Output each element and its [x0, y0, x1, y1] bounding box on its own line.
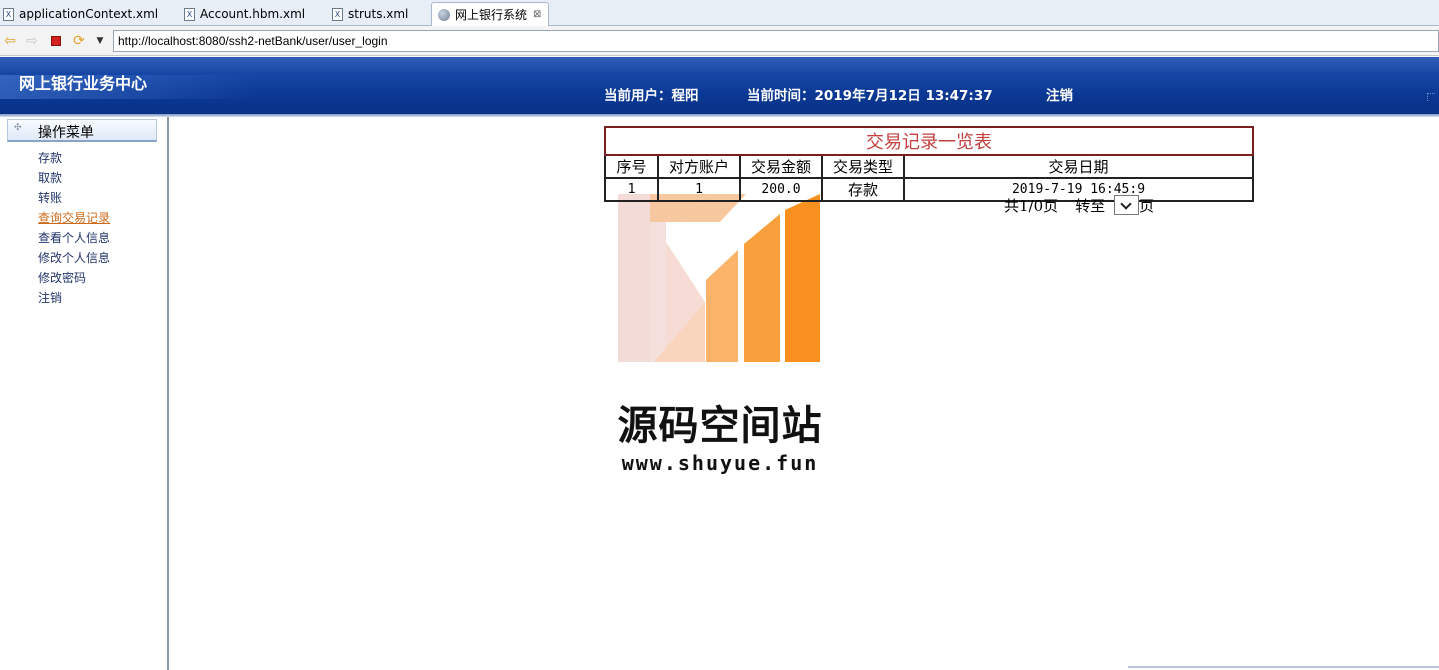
- watermark-logo-icon: [618, 194, 820, 362]
- stop-icon[interactable]: [48, 33, 64, 49]
- back-arrow-icon[interactable]: ⇦: [2, 33, 18, 49]
- address-bar-input[interactable]: http://localhost:8080/ssh2-netBank/user/…: [113, 30, 1439, 52]
- browser-toolbar: ⇦ ⇨ ⟳ ▼ http://localhost:8080/ssh2-netBa…: [0, 26, 1439, 56]
- tab-label: applicationContext.xml: [19, 7, 159, 21]
- bottom-divider: [1128, 666, 1439, 668]
- close-icon[interactable]: ⊠: [533, 9, 541, 20]
- refresh-icon[interactable]: ⟳: [71, 33, 87, 49]
- column-header: 交易金额: [739, 154, 823, 179]
- page-summary: 共1/0页: [1004, 196, 1059, 215]
- tab-label: struts.xml: [348, 7, 409, 21]
- table-caption: 交易记录一览表: [604, 126, 1254, 156]
- sidebar: ✣ 操作菜单 存款 取款 转账 查询交易记录 查看个人信息 修改个人信息 修改密…: [0, 117, 169, 670]
- current-time-label: 当前时间：2019年7月12日 13:47:37: [747, 88, 993, 104]
- forward-arrow-icon[interactable]: ⇨: [24, 33, 40, 49]
- column-header: 序号: [604, 154, 659, 179]
- table-cell: 1: [657, 177, 741, 202]
- xml-file-icon: X: [3, 7, 14, 21]
- table-row: 1 1 200.0 存款 2019-7-19 16:45:9: [604, 177, 1254, 202]
- current-user-label: 当前用户：程阳: [604, 88, 699, 104]
- editor-tab-bar: X applicationContext.xml X Account.hbm.x…: [0, 0, 1439, 26]
- globe-icon: [438, 8, 450, 21]
- tab-label: Account.hbm.xml: [200, 7, 306, 21]
- menu-heading: 操作菜单: [38, 125, 94, 141]
- pager: 共1/0页 转至 页: [1004, 194, 1154, 216]
- site-header: 网上银行业务中心 当前用户：程阳 当前时间：2019年7月12日 13:47:3…: [0, 57, 1439, 114]
- xml-file-icon: X: [332, 7, 343, 21]
- sidebar-item-withdraw[interactable]: 取款: [38, 169, 110, 189]
- sidebar-item-change-password[interactable]: 修改密码: [38, 269, 110, 289]
- tab-struts-xml[interactable]: X struts.xml: [329, 2, 408, 26]
- xml-file-icon: X: [184, 7, 195, 21]
- goto-label: 转至: [1075, 196, 1106, 215]
- column-header: 交易日期: [903, 154, 1254, 179]
- column-header: 对方账户: [657, 154, 741, 179]
- menu-header[interactable]: ✣ 操作菜单: [7, 119, 157, 142]
- header-divider: [0, 114, 1439, 117]
- transaction-table: 交易记录一览表 序号 对方账户 交易金额 交易类型 交易日期 1 1 200.0…: [604, 126, 1254, 202]
- sidebar-item-deposit[interactable]: 存款: [38, 149, 110, 169]
- sidebar-item-transfer[interactable]: 转账: [38, 189, 110, 209]
- tab-account-hbm-xml[interactable]: X Account.hbm.xml: [181, 2, 305, 26]
- dropdown-arrow-icon[interactable]: ▼: [92, 33, 108, 49]
- table-cell: 200.0: [739, 177, 823, 202]
- page-select[interactable]: [1114, 195, 1140, 215]
- sidebar-item-view-profile[interactable]: 查看个人信息: [38, 229, 110, 249]
- table-cell: 1: [604, 177, 659, 202]
- tab-label: 网上银行系统: [455, 8, 528, 22]
- site-title: 网上银行业务中心: [19, 74, 148, 93]
- watermark-url: www.shuyue.fun: [621, 451, 819, 475]
- corner-marker: [1427, 93, 1435, 101]
- tab-applicationcontext-xml[interactable]: X applicationContext.xml: [0, 2, 158, 26]
- sidebar-item-edit-profile[interactable]: 修改个人信息: [38, 249, 110, 269]
- table-cell: 存款: [821, 177, 905, 202]
- sidebar-item-logout[interactable]: 注销: [38, 289, 110, 309]
- expand-icon: ✣: [14, 123, 22, 133]
- header-logout-link[interactable]: 注销: [1046, 84, 1073, 104]
- sidebar-item-transaction-history[interactable]: 查询交易记录: [38, 209, 110, 229]
- goto-suffix: 页: [1139, 196, 1155, 215]
- watermark-title: 源码空间站: [617, 403, 823, 449]
- table-header-row: 序号 对方账户 交易金额 交易类型 交易日期: [604, 154, 1254, 179]
- tab-netbank-browser[interactable]: 网上银行系统 ⊠: [431, 2, 549, 26]
- menu-list: 存款 取款 转账 查询交易记录 查看个人信息 修改个人信息 修改密码 注销: [38, 149, 110, 309]
- column-header: 交易类型: [821, 154, 905, 179]
